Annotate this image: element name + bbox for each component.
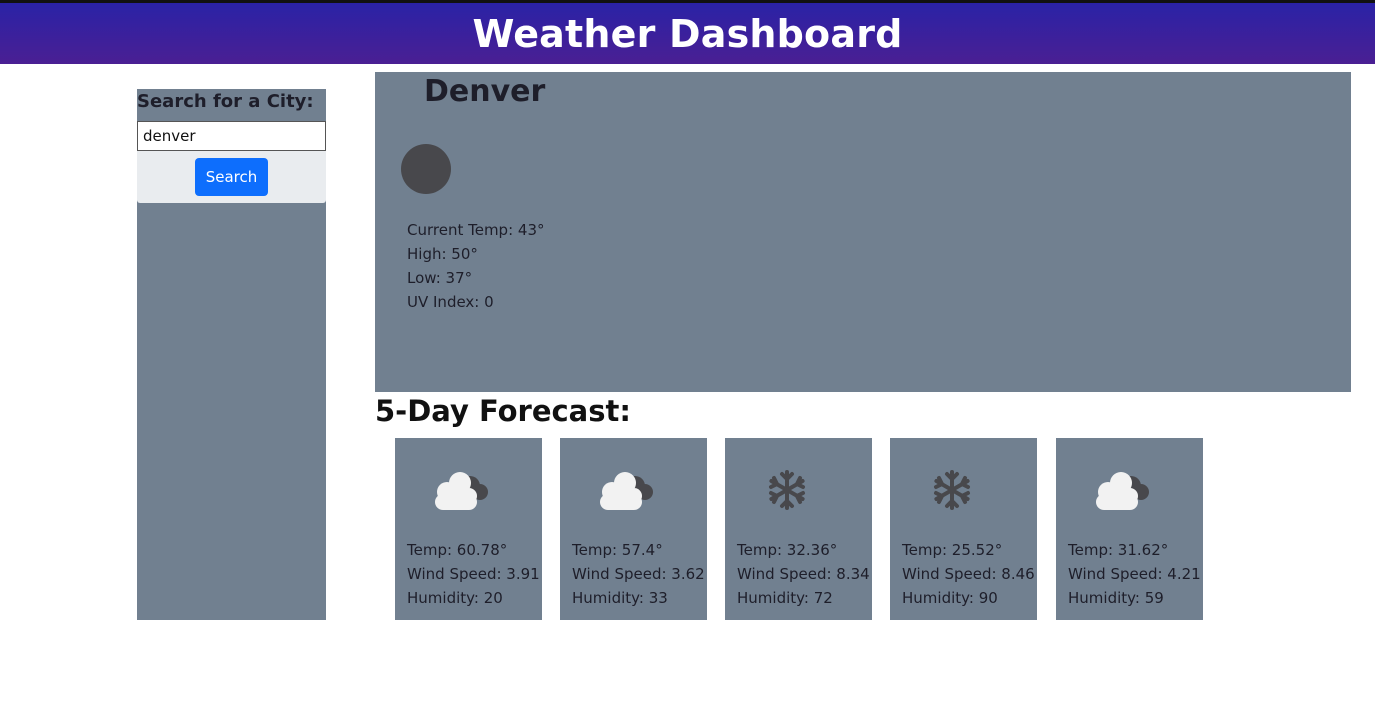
forecast-title: 5-Day Forecast: — [375, 394, 631, 428]
forecast-wind-speed: Wind Speed: 4.21 — [1068, 565, 1201, 583]
forecast-card: Temp: 25.52° Wind Speed: 8.46 Humidity: … — [890, 438, 1037, 620]
current-weather-stats: Current Temp: 43° High: 50° Low: 37° UV … — [407, 218, 545, 314]
current-uv-index: UV Index: 0 — [407, 293, 494, 311]
current-low: Low: 37° — [407, 269, 473, 287]
search-sidebar: Search for a City: Search — [137, 89, 326, 620]
cloud-icon — [435, 472, 488, 510]
forecast-humidity: Humidity: 20 — [407, 589, 503, 607]
snowflake-icon — [769, 470, 805, 510]
current-weather-icon — [401, 144, 451, 194]
forecast-card: Temp: 60.78° Wind Speed: 3.91 Humidity: … — [395, 438, 542, 620]
forecast-wind-speed: Wind Speed: 3.91 — [407, 565, 540, 583]
forecast-temp: Temp: 32.36° — [737, 541, 838, 559]
city-name: Denver — [424, 74, 546, 109]
page-header: Weather Dashboard — [0, 3, 1375, 64]
cloud-icon — [1096, 472, 1149, 510]
forecast-humidity: Humidity: 90 — [902, 589, 998, 607]
page-title: Weather Dashboard — [472, 11, 903, 56]
forecast-humidity: Humidity: 59 — [1068, 589, 1164, 607]
search-form: Search — [137, 121, 326, 203]
forecast-temp: Temp: 60.78° — [407, 541, 508, 559]
forecast-temp: Temp: 25.52° — [902, 541, 1003, 559]
forecast-wind-speed: Wind Speed: 8.46 — [902, 565, 1035, 583]
cloud-icon — [600, 472, 653, 510]
current-temp: Current Temp: 43° — [407, 221, 545, 239]
search-button[interactable]: Search — [195, 158, 268, 196]
search-label: Search for a City: — [137, 91, 314, 112]
forecast-humidity: Humidity: 72 — [737, 589, 833, 607]
forecast-wind-speed: Wind Speed: 3.62 — [572, 565, 705, 583]
forecast-humidity: Humidity: 33 — [572, 589, 668, 607]
forecast-wind-speed: Wind Speed: 8.34 — [737, 565, 870, 583]
forecast-temp: Temp: 31.62° — [1068, 541, 1169, 559]
forecast-temp: Temp: 57.4° — [572, 541, 663, 559]
current-high: High: 50° — [407, 245, 478, 263]
forecast-card: Temp: 32.36° Wind Speed: 8.34 Humidity: … — [725, 438, 872, 620]
forecast-card: Temp: 57.4° Wind Speed: 3.62 Humidity: 3… — [560, 438, 707, 620]
forecast-card: Temp: 31.62° Wind Speed: 4.21 Humidity: … — [1056, 438, 1203, 620]
current-weather-panel: Denver Current Temp: 43° High: 50° Low: … — [375, 72, 1351, 392]
city-search-input[interactable] — [137, 121, 326, 151]
snowflake-icon — [934, 470, 970, 510]
